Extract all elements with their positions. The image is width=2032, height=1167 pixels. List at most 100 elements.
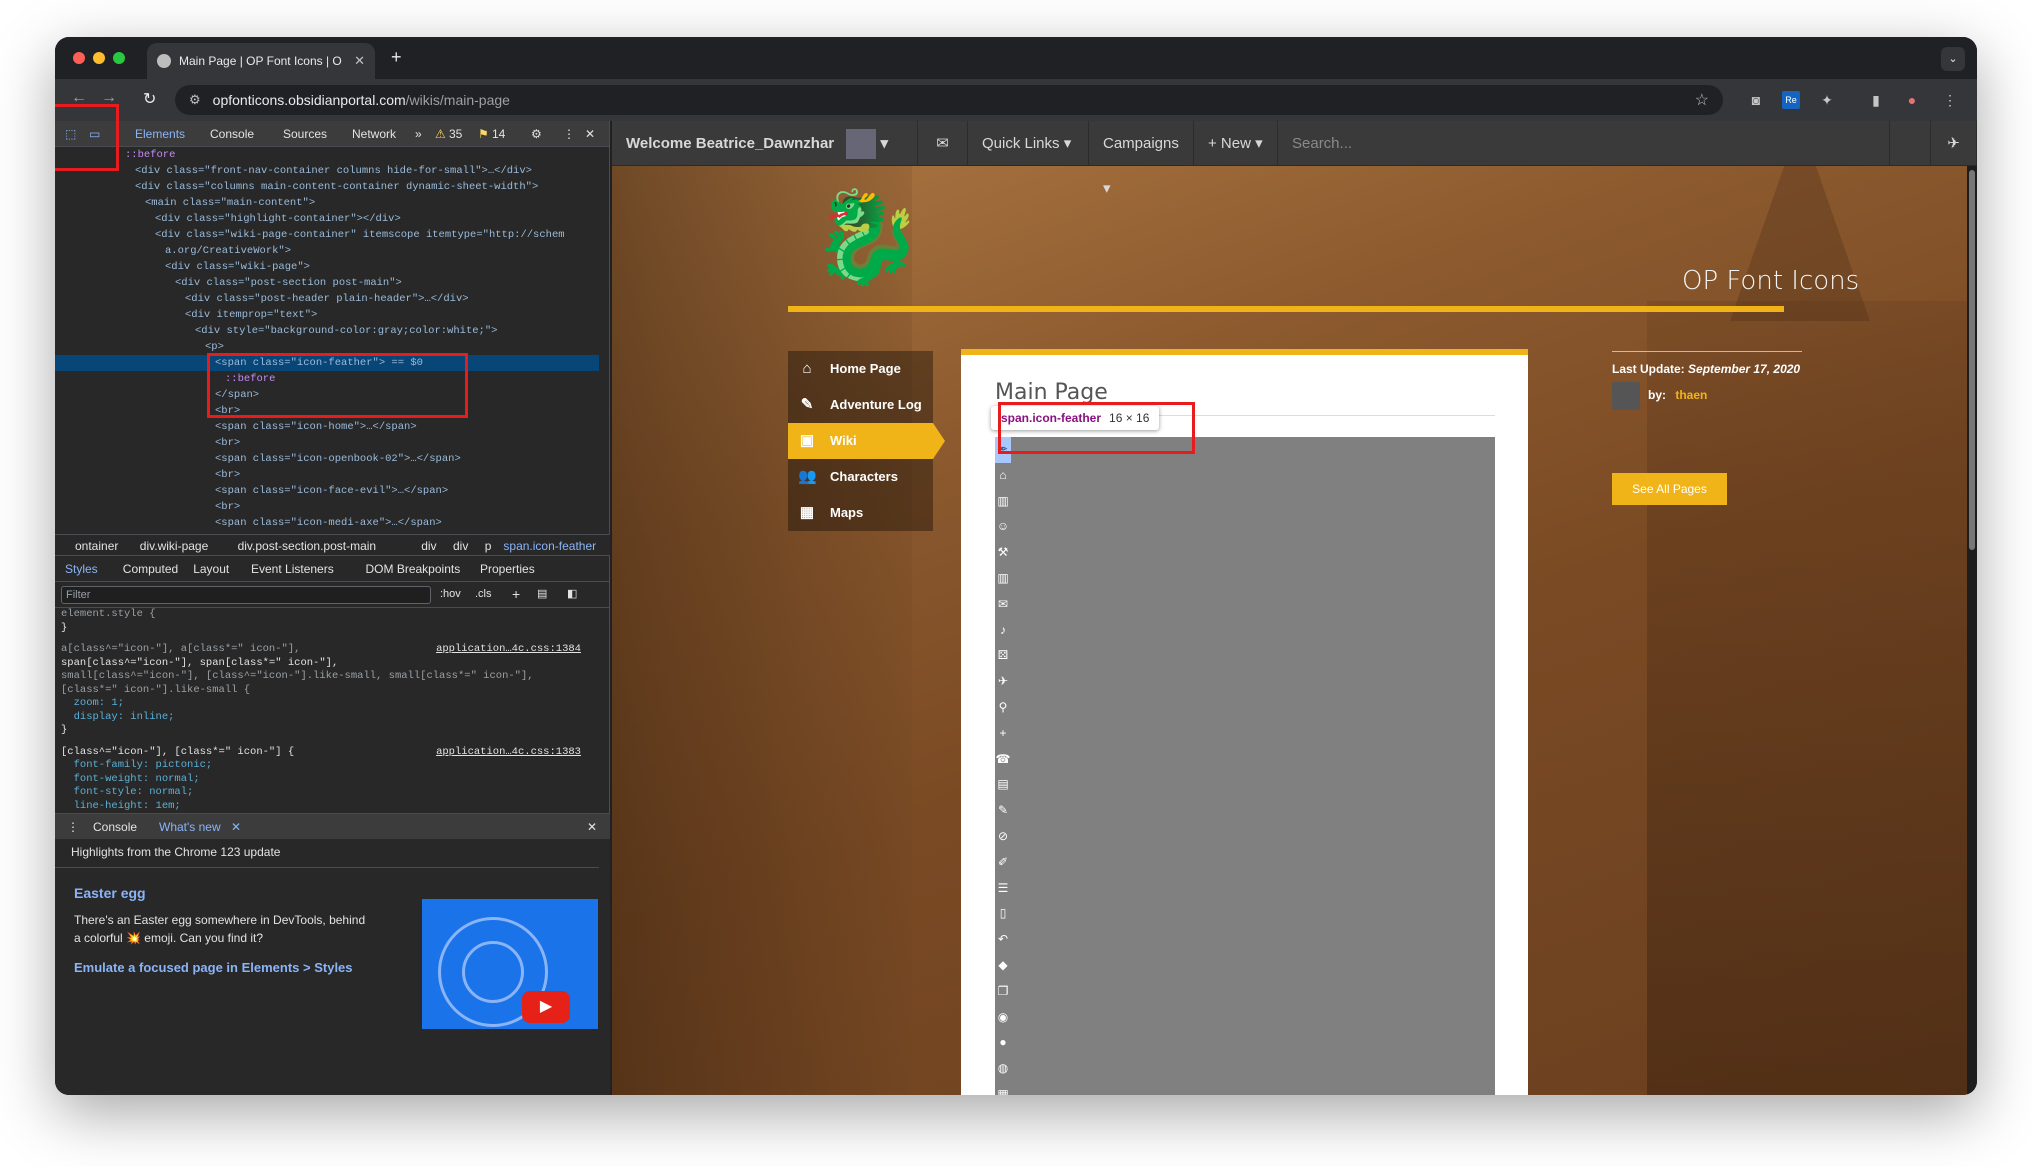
dom-node[interactable]: <span class="icon-face-evil">…</span>: [55, 483, 599, 499]
stylesheet-link[interactable]: application…4c.css:1384: [436, 643, 581, 657]
settings-gear-icon[interactable]: ⚙: [531, 127, 542, 141]
tab-elements[interactable]: Elements: [135, 127, 185, 141]
nav-adventure-log[interactable]: ✎ Adventure Log: [788, 387, 933, 423]
style-line[interactable]: line-height: 1em;: [55, 800, 599, 814]
more-tabs-icon[interactable]: »: [415, 127, 422, 141]
subtab-event-listeners[interactable]: Event Listeners: [251, 562, 334, 576]
computed-sidebar-icon[interactable]: ◧: [567, 587, 577, 600]
breadcrumb-item[interactable]: ontainer: [75, 539, 118, 553]
browser-tab[interactable]: Main Page | OP Font Icons | O ✕: [147, 43, 375, 79]
new-tab-button[interactable]: +: [391, 47, 402, 68]
camera-extension-icon[interactable]: ◙: [1747, 91, 1765, 109]
style-line[interactable]: [class^="icon-"], [class*=" icon-"] {app…: [55, 746, 599, 760]
style-line[interactable]: a[class^="icon-"], a[class*=" icon-"], ap…: [55, 643, 599, 657]
pin-button[interactable]: ✈: [1930, 121, 1977, 166]
style-line[interactable]: element.style {: [55, 608, 599, 622]
tab-network[interactable]: Network: [352, 127, 396, 141]
site-info-icon[interactable]: ⚙: [189, 92, 201, 108]
style-line[interactable]: zoom: 1;: [55, 697, 599, 711]
side-panel-icon[interactable]: ▮: [1867, 91, 1885, 109]
see-all-pages-button[interactable]: See All Pages: [1612, 473, 1727, 505]
hov-toggle[interactable]: :hov: [440, 588, 461, 600]
breadcrumb-item[interactable]: div: [453, 539, 468, 553]
styles-filter-input[interactable]: Filter: [61, 586, 431, 604]
dom-node[interactable]: <span class="icon-home">…</span>: [55, 419, 599, 435]
maximize-window-button[interactable]: [113, 52, 125, 64]
drawer-tab-console[interactable]: Console: [93, 820, 137, 834]
device-toolbar-icon[interactable]: ▭: [89, 127, 100, 141]
subtab-styles[interactable]: Styles: [65, 562, 98, 576]
dom-node[interactable]: <main class="main-content">: [55, 195, 599, 211]
breadcrumb-item[interactable]: p: [485, 539, 492, 553]
style-line[interactable]: display: inline;: [55, 711, 599, 725]
dom-node[interactable]: <div class="post-section post-main">: [55, 275, 599, 291]
style-line[interactable]: font-style: normal;: [55, 786, 599, 800]
video-thumbnail[interactable]: ▶: [422, 899, 598, 1029]
bookmark-star-icon[interactable]: ☆: [1695, 90, 1709, 110]
dom-node[interactable]: <div class="post-header plain-header">…<…: [55, 291, 599, 307]
nav-home-page[interactable]: ⌂ Home Page: [788, 351, 933, 387]
style-line[interactable]: small[class^="icon-"], [class^="icon-"].…: [55, 670, 599, 684]
dom-node[interactable]: </span>: [55, 387, 599, 403]
messages-button[interactable]: ✉: [918, 121, 968, 166]
dom-tree[interactable]: ::before <div class="front-nav-container …: [55, 147, 599, 534]
add-rule-icon[interactable]: +: [512, 586, 520, 602]
nav-wiki[interactable]: ▣ Wiki: [788, 423, 945, 459]
quick-links-menu[interactable]: Quick Links ▾: [968, 121, 1089, 166]
back-icon[interactable]: ←: [71, 89, 87, 107]
paint-icon[interactable]: ▤: [537, 587, 547, 600]
subtab-dom-breakpoints[interactable]: DOM Breakpoints: [366, 562, 461, 576]
extensions-puzzle-icon[interactable]: ✦: [1818, 91, 1836, 109]
warning-icon[interactable]: ⚠: [435, 127, 446, 141]
breadcrumb-item[interactable]: div.post-section.post-main: [238, 539, 377, 553]
forward-icon[interactable]: →: [101, 89, 117, 107]
style-line[interactable]: font-family: pictonic;: [55, 759, 599, 773]
chrome-menu-icon[interactable]: ⋮: [1941, 91, 1959, 109]
welcome-user[interactable]: Welcome Beatrice_Dawnzhar ▾: [612, 121, 918, 166]
close-whats-new-icon[interactable]: ✕: [231, 820, 241, 834]
address-bar[interactable]: ⚙ opfonticons.obsidianportal.com/wikis/m…: [175, 85, 1723, 115]
style-line[interactable]: span[class^="icon-"], span[class*=" icon…: [55, 657, 599, 671]
emulate-focused-title[interactable]: Emulate a focused page in Elements > Sty…: [74, 959, 374, 977]
subtab-properties[interactable]: Properties: [480, 562, 535, 576]
close-window-button[interactable]: [73, 52, 85, 64]
close-tab-icon[interactable]: ✕: [354, 53, 365, 69]
style-line[interactable]: [class*=" icon-"].like-small {: [55, 684, 599, 698]
dom-node[interactable]: ::before: [55, 371, 599, 387]
styles-pane[interactable]: element.style {} a[class^="icon-"], a[cla…: [55, 608, 599, 813]
author-avatar[interactable]: [1612, 382, 1640, 410]
nav-characters[interactable]: 👥 Characters: [788, 459, 933, 495]
tab-search-button[interactable]: ⌄: [1941, 47, 1965, 71]
easter-egg-title[interactable]: Easter egg: [74, 885, 146, 901]
new-menu[interactable]: + New ▾: [1194, 121, 1278, 166]
breadcrumb-item[interactable]: span.icon-feather: [503, 539, 596, 553]
dom-node[interactable]: <div itemprop="text">: [55, 307, 599, 323]
cls-toggle[interactable]: .cls: [475, 588, 492, 600]
minimize-window-button[interactable]: [93, 52, 105, 64]
play-icon[interactable]: ▶: [522, 991, 570, 1023]
page-scrollbar[interactable]: [1967, 166, 1977, 1095]
nav-maps[interactable]: ▦ Maps: [788, 495, 933, 531]
drawer-tab-whats-new[interactable]: What's new: [159, 820, 221, 834]
dom-node[interactable]: <p>: [55, 339, 599, 355]
breadcrumb-item[interactable]: div.wiki-page: [140, 539, 208, 553]
campaigns-menu[interactable]: Campaigns ▾: [1089, 121, 1194, 197]
close-drawer-icon[interactable]: ✕: [587, 820, 597, 834]
author-link[interactable]: thaen: [1675, 388, 1707, 402]
dom-node[interactable]: ::before: [55, 147, 599, 163]
drawer-menu-icon[interactable]: ⋮: [67, 820, 79, 834]
dom-node[interactable]: a.org/CreativeWork">: [55, 243, 599, 259]
tab-sources[interactable]: Sources: [283, 127, 327, 141]
scrollbar-thumb[interactable]: [1969, 170, 1975, 550]
dom-node[interactable]: <div style="background-color:gray;color:…: [55, 323, 599, 339]
style-line[interactable]: }: [55, 622, 599, 636]
dom-node[interactable]: <br>: [55, 499, 599, 515]
inspect-element-icon[interactable]: ⬚: [65, 127, 76, 141]
extension-re-icon[interactable]: Re: [1782, 91, 1800, 109]
user-avatar[interactable]: [846, 129, 877, 160]
dom-node[interactable]: <div class="wiki-page-container" itemsco…: [55, 227, 599, 243]
stylesheet-link[interactable]: application…4c.css:1383: [436, 746, 581, 760]
dragon-logo-icon[interactable]: 🐉: [807, 181, 927, 296]
site-search-input[interactable]: Search...: [1278, 121, 1890, 166]
dom-node[interactable]: <br>: [55, 467, 599, 483]
